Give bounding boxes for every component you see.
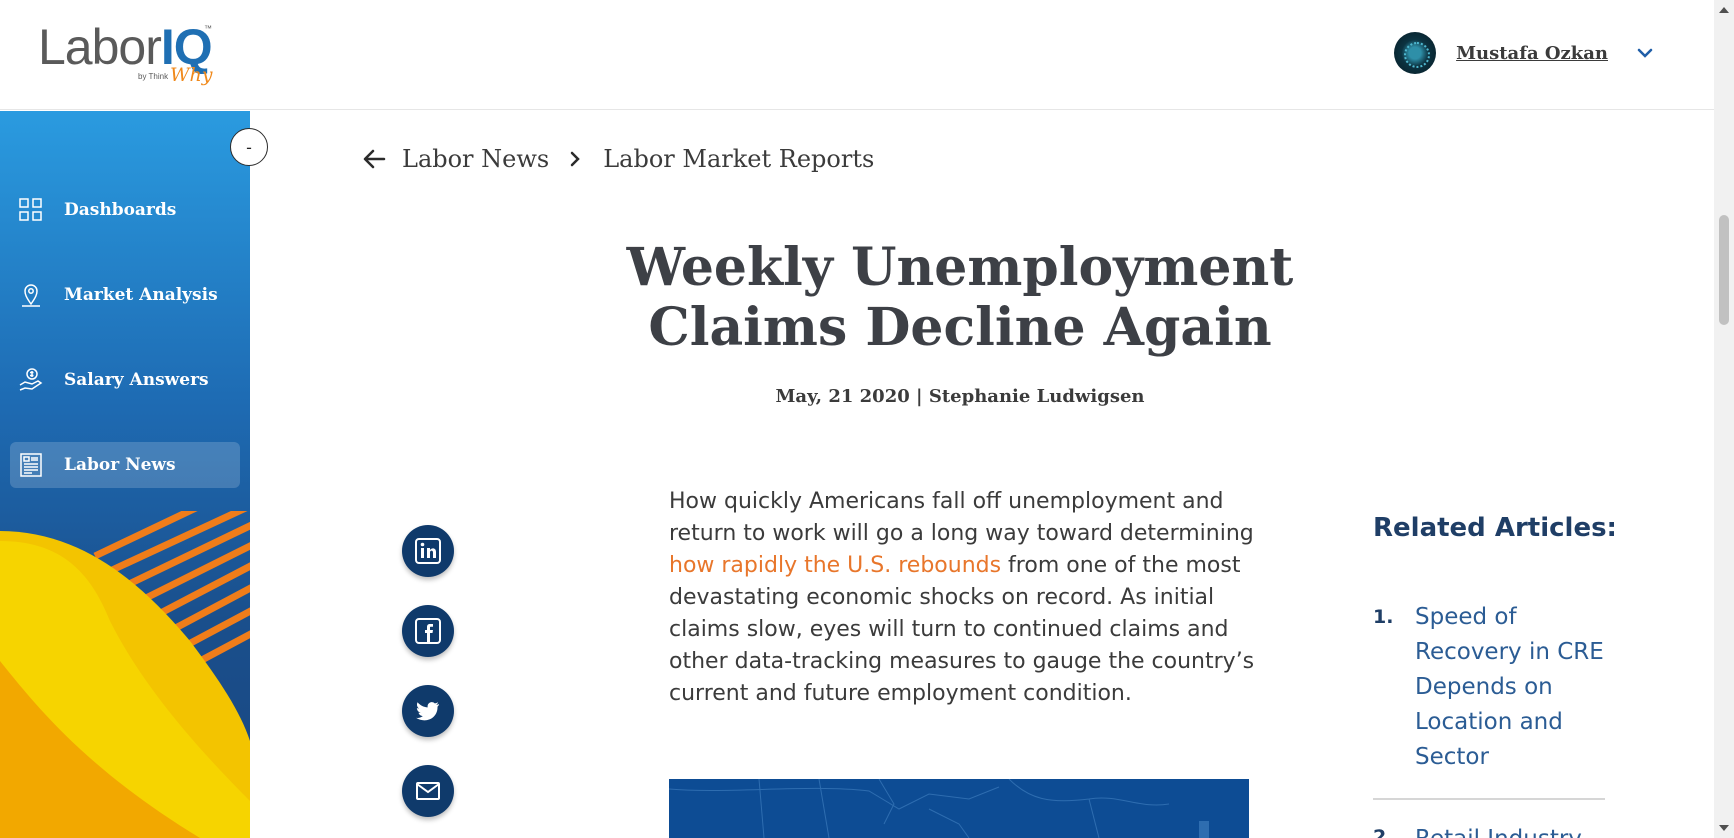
logo-by-text: by Think [138,72,169,81]
breadcrumb: Labor News Labor Market Reports [362,145,874,173]
related-article-link[interactable]: Retail Industry [1415,822,1605,838]
scroll-up-arrow-icon[interactable] [1719,7,1729,13]
sidebar-item-label: Salary Answers [64,370,209,390]
related-divider [1373,798,1605,800]
newspaper-icon [20,453,42,477]
user-menu[interactable]: Mustafa Ozkan [1394,32,1654,74]
dashboard-grid-icon [19,198,42,221]
logo-why-text: Why [170,64,213,86]
chevron-down-icon[interactable] [1636,44,1654,62]
share-linkedin-button[interactable] [402,525,454,577]
related-item-number: 2. [1373,826,1394,838]
share-email-button[interactable] [402,765,454,817]
logo-trademark: ™ [204,24,212,33]
top-header: LaborIQ ™ by Think Why Mustafa Ozkan [0,0,1714,110]
facebook-icon [415,618,441,644]
back-arrow-icon[interactable] [362,146,388,172]
related-article-link[interactable]: Speed of Recovery in CRE Depends on Loca… [1415,600,1605,775]
share-twitter-button[interactable] [402,685,454,737]
scroll-down-arrow-icon[interactable] [1719,825,1729,831]
linkedin-icon [415,538,441,564]
email-icon [416,782,440,800]
related-item-number: 1. [1373,606,1394,628]
avatar[interactable] [1394,32,1437,74]
map-pin-icon [22,284,40,307]
sidebar-item-label: Market Analysis [64,285,218,305]
breadcrumb-parent-link[interactable]: Labor News [402,145,549,173]
article-meta: May, 21 2020 | Stephanie Ludwigsen [775,386,1145,407]
chevron-right-icon [570,151,581,167]
article-map-image [669,779,1249,838]
user-name-link[interactable]: Mustafa Ozkan [1456,43,1608,64]
sidebar: Dashboards Market Analysis Salary Answer… [0,111,250,838]
logo-main-text: Labor [38,19,162,75]
sidebar-item-market-analysis[interactable]: Market Analysis [10,272,240,318]
share-facebook-button[interactable] [402,605,454,657]
article-inline-link[interactable]: how rapidly the U.S. rebounds [669,553,1001,578]
sidebar-item-salary-answers[interactable]: Salary Answers [10,357,240,403]
sidebar-item-label: Labor News [64,455,176,475]
twitter-icon [416,702,439,721]
sidebar-item-labor-news[interactable]: Labor News [10,442,240,488]
laboriq-logo[interactable]: LaborIQ ™ by Think Why [38,22,218,92]
related-articles-heading: Related Articles: [1373,513,1617,543]
breadcrumb-current[interactable]: Labor Market Reports [603,145,874,173]
scrollbar-thumb[interactable] [1719,215,1729,325]
article-body: How quickly Americans fall off unemploym… [669,489,1255,706]
sidebar-collapse-button[interactable]: - [230,128,268,166]
page-scrollbar[interactable] [1714,0,1734,838]
sidebar-decorative-art [0,511,250,838]
sidebar-item-dashboards[interactable]: Dashboards [10,187,240,233]
sidebar-item-label: Dashboards [64,200,177,220]
article-title: Weekly Unemployment Claims Decline Again [626,237,1294,358]
salary-hand-icon [19,368,43,391]
